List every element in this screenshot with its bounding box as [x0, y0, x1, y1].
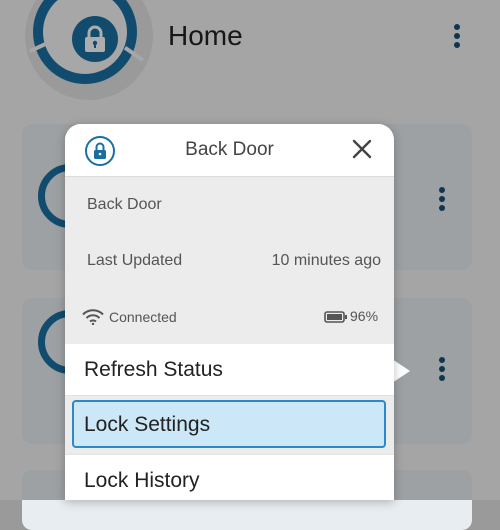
last-updated-label: Last Updated [87, 252, 183, 269]
wifi-icon [82, 309, 104, 330]
last-updated-value: 10 minutes ago [271, 252, 381, 269]
popup-title: Back Door [185, 139, 274, 160]
menu-item-lock-settings[interactable]: Lock Settings [72, 400, 386, 448]
menu-item-label: Lock History [84, 469, 200, 492]
menu-item-label: Lock Settings [84, 413, 211, 436]
menu-item-label: Refresh Status [84, 358, 223, 381]
menu-item-lock-history[interactable]: Lock History [65, 454, 394, 500]
close-icon[interactable] [349, 136, 375, 162]
lock-popup-menu: Back Door Back Door Last Updated 10 minu… [65, 124, 394, 500]
popup-pointer [392, 359, 410, 383]
battery-level: 96% [350, 308, 379, 324]
lock-name: Back Door [87, 196, 162, 213]
connection-status-text: Connected [109, 309, 177, 325]
popup-header: Back Door [65, 124, 394, 176]
battery-icon [324, 310, 348, 328]
menu-item-refresh-status[interactable]: Refresh Status [65, 344, 394, 396]
